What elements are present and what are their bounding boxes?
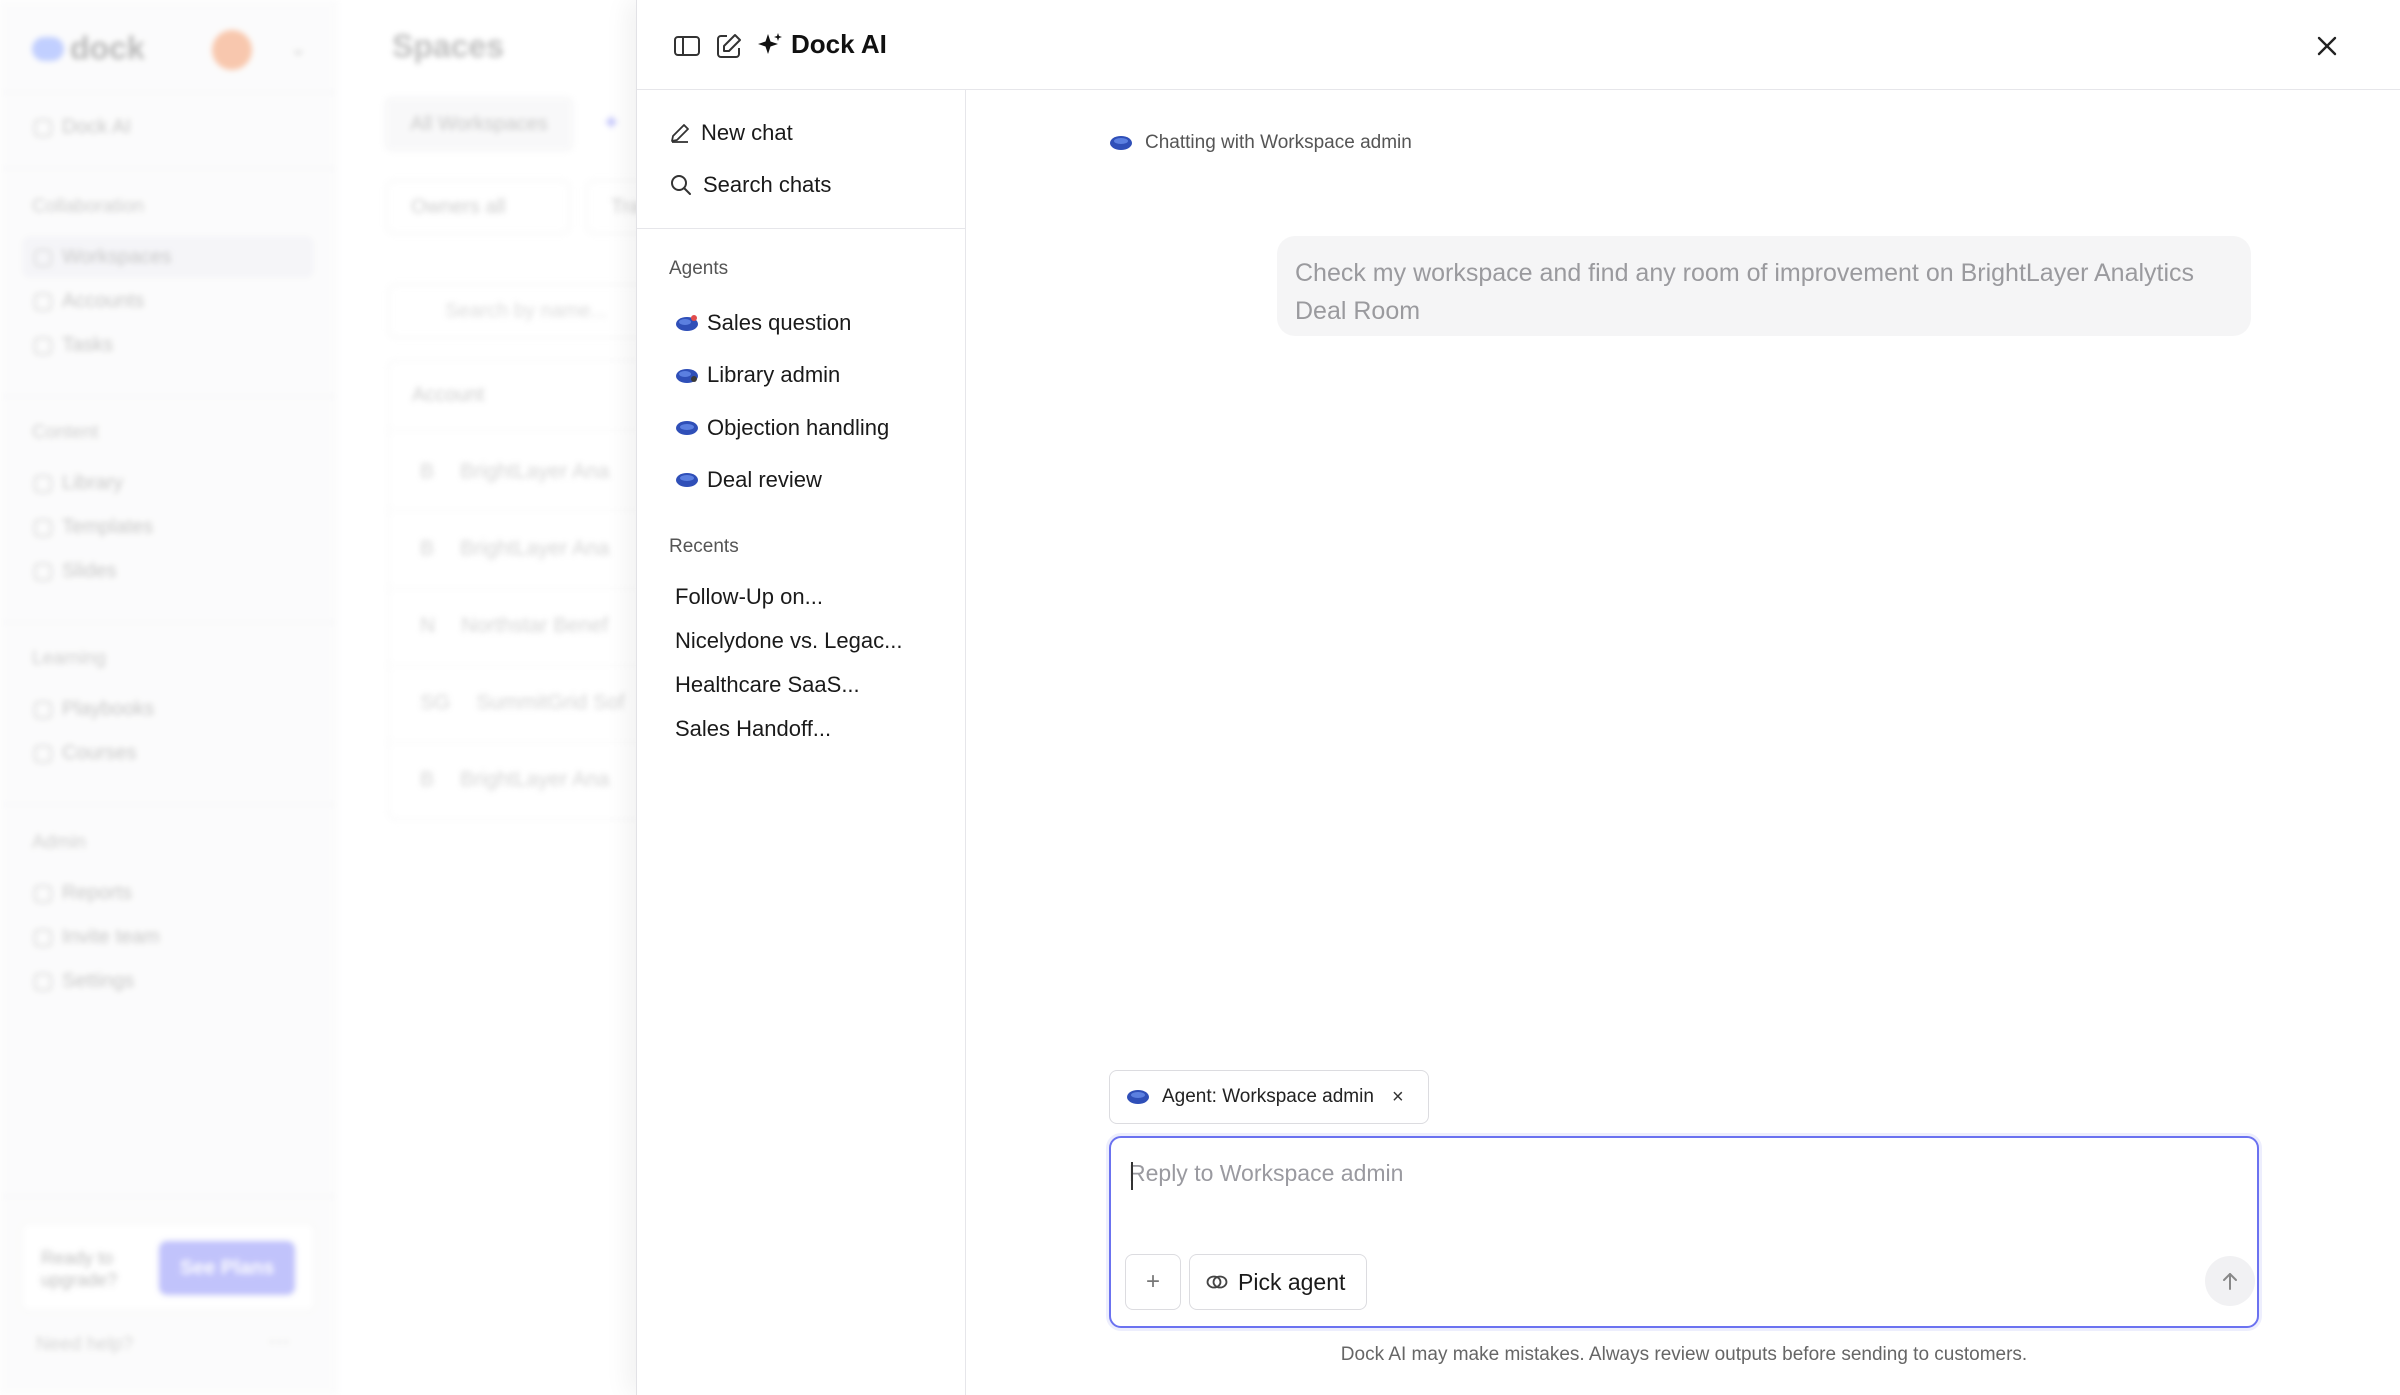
plus-icon: + <box>1145 1268 1160 1295</box>
new-chat-button[interactable]: New chat <box>669 120 793 146</box>
agent-blob-icon <box>676 315 698 331</box>
agent-blob-icon <box>676 421 698 435</box>
remove-agent-icon[interactable]: × <box>1392 1086 1404 1109</box>
recent-chat-item[interactable]: Nicelydone vs. Legac... <box>675 628 902 654</box>
agent-item-sales-question[interactable]: Sales question <box>675 310 851 336</box>
search-chats-button[interactable]: Search chats <box>669 172 831 198</box>
close-button[interactable] <box>2307 26 2347 66</box>
arrow-up-icon <box>2223 1273 2237 1290</box>
new-chat-label: New chat <box>701 120 793 145</box>
agent-link-icon <box>1206 1275 1228 1289</box>
agents-heading: Agents <box>669 258 729 279</box>
agent-blob-icon <box>1127 1090 1149 1104</box>
recents-heading: Recents <box>669 536 739 557</box>
divider <box>637 228 966 229</box>
recent-chat-item[interactable]: Healthcare SaaS... <box>675 672 860 698</box>
recent-chat-item[interactable]: Sales Handoff... <box>675 716 831 742</box>
agent-item-objection-handling[interactable]: Objection handling <box>675 415 889 441</box>
reply-input[interactable] <box>1129 1160 2229 1220</box>
search-chats-label: Search chats <box>703 172 832 197</box>
chat-sidebar: New chat Search chats Agents Sales quest… <box>637 90 966 1395</box>
agent-item-deal-review[interactable]: Deal review <box>675 467 822 493</box>
search-icon <box>671 175 691 195</box>
sparkle-icon <box>758 32 782 54</box>
new-chat-header-button[interactable] <box>713 30 745 62</box>
dock-ai-panel: Dock AI New chat Search chats Agents Sal… <box>636 0 2400 1395</box>
chatting-with-indicator: Chatting with Workspace admin <box>1109 132 1412 154</box>
user-message-bubble: Check my workspace and find any room of … <box>1277 236 2251 336</box>
panel-header: Dock AI <box>637 0 2400 90</box>
panel-title: Dock AI <box>757 29 887 60</box>
toggle-sidebar-button[interactable] <box>671 30 703 62</box>
panel-title-text: Dock AI <box>791 29 887 59</box>
pencil-icon <box>671 124 689 143</box>
agent-blob-icon <box>676 473 698 487</box>
close-icon <box>2317 36 2337 56</box>
pick-agent-button[interactable]: Pick agent <box>1189 1254 1367 1310</box>
text-cursor <box>1131 1162 1133 1190</box>
sidebar-toggle-icon <box>674 36 700 56</box>
add-attachment-button[interactable]: + <box>1125 1254 1181 1310</box>
recent-chat-item[interactable]: Follow-Up on... <box>675 584 823 610</box>
pick-agent-label: Pick agent <box>1238 1268 1346 1295</box>
agent-blob-icon <box>1110 136 1132 150</box>
user-message-text: Check my workspace and find any room of … <box>1295 259 2195 325</box>
agent-item-library-admin[interactable]: Library admin <box>675 362 840 388</box>
message-composer: + Pick agent <box>1109 1136 2259 1328</box>
agent-label: Library admin <box>707 362 841 387</box>
send-button[interactable] <box>2205 1256 2255 1306</box>
agent-label: Objection handling <box>707 415 890 440</box>
selected-agent-chip: Agent: Workspace admin × <box>1109 1070 1429 1124</box>
agent-chip-label: Agent: Workspace admin <box>1162 1086 1374 1107</box>
agent-label: Deal review <box>707 467 822 492</box>
agent-label: Sales question <box>707 310 852 335</box>
chatting-with-text: Chatting with Workspace admin <box>1145 132 1412 153</box>
edit-icon <box>717 34 741 58</box>
ai-disclaimer: Dock AI may make mistakes. Always review… <box>1340 1344 2028 1365</box>
agent-blob-icon <box>676 369 698 383</box>
chat-main: Chatting with Workspace admin Check my w… <box>967 90 2400 1395</box>
